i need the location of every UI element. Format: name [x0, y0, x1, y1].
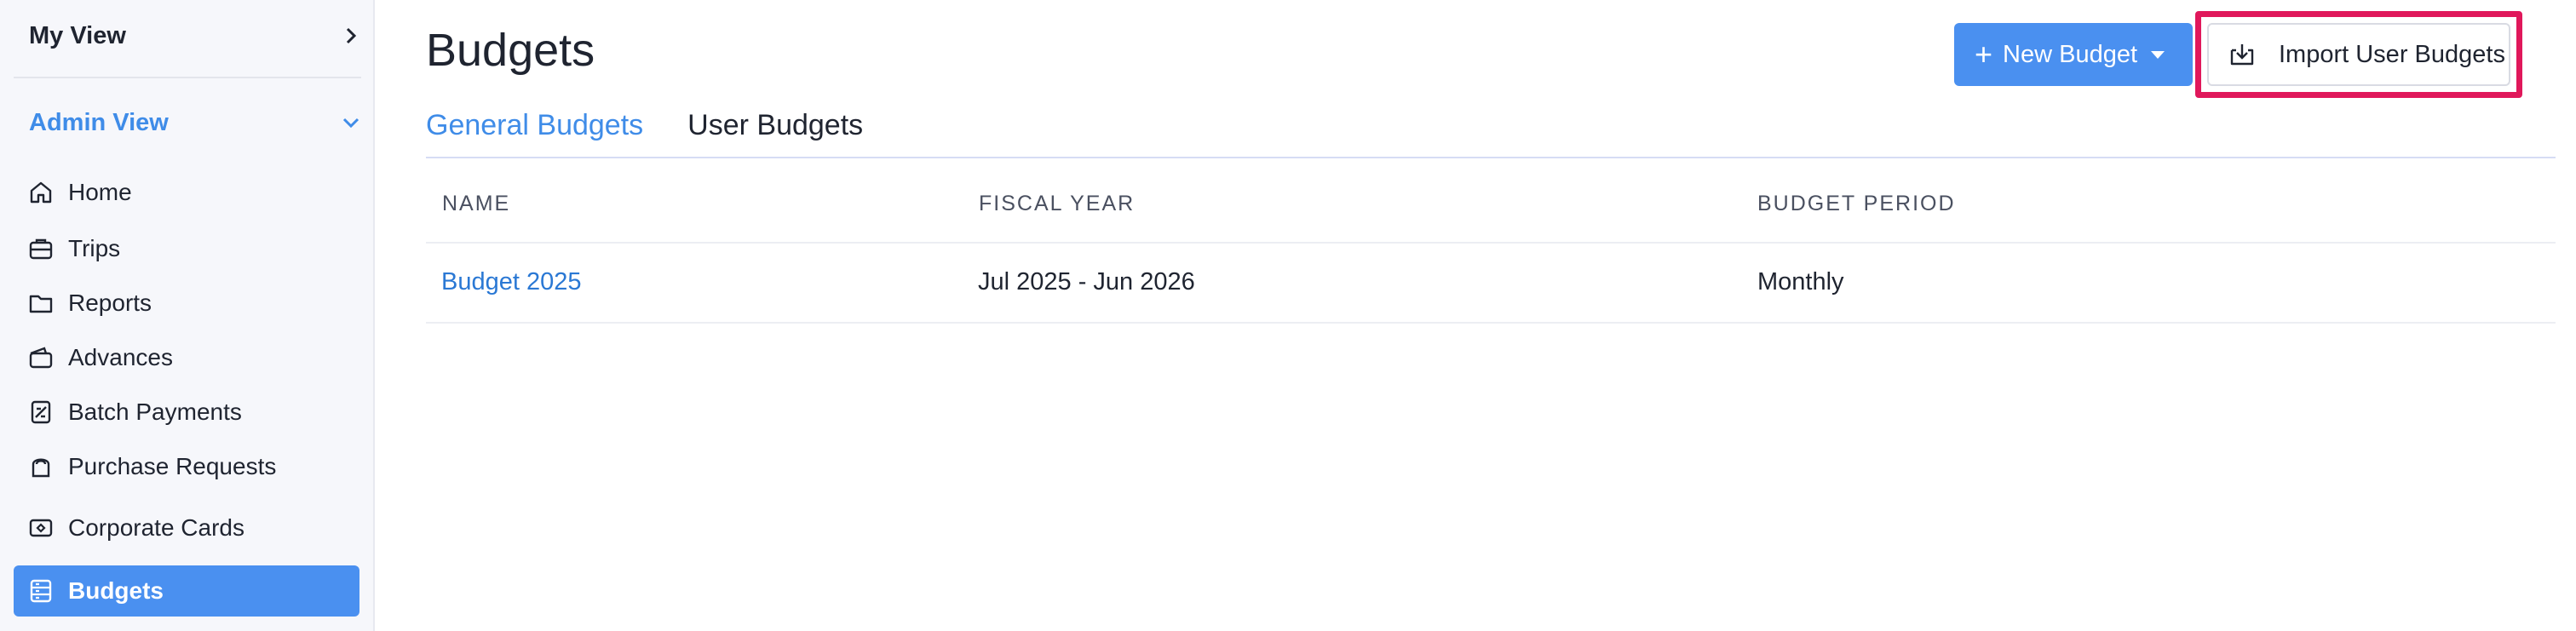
- budget-icon: [27, 577, 55, 605]
- column-header-fiscal-year: FISCAL YEAR: [979, 192, 1136, 215]
- sidebar-item-trips[interactable]: Trips: [14, 223, 359, 274]
- import-icon: [2228, 40, 2257, 69]
- sidebar-item-label: Corporate Cards: [68, 514, 244, 541]
- admin-view-label: Admin View: [29, 108, 169, 136]
- tab-general-budgets[interactable]: General Budgets: [426, 109, 643, 142]
- sidebar-item-budgets[interactable]: Budgets: [14, 565, 359, 617]
- table-row-divider: [426, 322, 2556, 324]
- chevron-down-icon: [342, 118, 359, 129]
- sidebar: My View Admin View Home Trips Reports Ad…: [0, 0, 375, 631]
- fiscal-year-value: Jul 2025 - Jun 2026: [978, 268, 1195, 295]
- batch-payments-icon: [27, 399, 55, 426]
- sidebar-item-label: Home: [68, 179, 132, 205]
- sidebar-item-reports[interactable]: Reports: [14, 278, 359, 329]
- my-view-toggle[interactable]: My View: [29, 19, 361, 53]
- sidebar-item-label: Budgets: [68, 577, 164, 604]
- main-content: Budgets + New Budget Import User Budgets…: [375, 0, 2576, 631]
- column-header-name: NAME: [442, 192, 511, 215]
- sidebar-item-label: Advances: [68, 344, 173, 370]
- caret-down-icon: [2151, 50, 2165, 59]
- folder-icon: [27, 290, 55, 317]
- home-icon: [27, 179, 55, 206]
- new-budget-button[interactable]: + New Budget: [1954, 23, 2193, 86]
- sidebar-item-advances[interactable]: Advances: [14, 332, 359, 383]
- card-icon: [27, 514, 55, 542]
- budget-period-value: Monthly: [1757, 268, 1844, 295]
- tab-bar: General Budgets User Budgets: [426, 109, 907, 142]
- chevron-right-icon: [346, 27, 357, 44]
- sidebar-item-label: Purchase Requests: [68, 453, 277, 479]
- import-user-budgets-button[interactable]: Import User Budgets: [2207, 23, 2510, 86]
- plus-icon: +: [1975, 37, 1993, 72]
- sidebar-item-label: Trips: [68, 235, 121, 261]
- sidebar-item-home[interactable]: Home: [14, 167, 359, 218]
- admin-view-toggle[interactable]: Admin View: [29, 106, 361, 140]
- import-user-budgets-label: Import User Budgets: [2279, 40, 2505, 68]
- briefcase-icon: [27, 235, 55, 262]
- wallet-icon: [27, 344, 55, 371]
- sidebar-divider: [14, 77, 361, 78]
- sidebar-item-purchase-requests[interactable]: Purchase Requests: [14, 441, 359, 492]
- column-header-budget-period: BUDGET PERIOD: [1757, 192, 1956, 215]
- budget-name-link[interactable]: Budget 2025: [441, 268, 581, 296]
- app-window: My View Admin View Home Trips Reports Ad…: [0, 0, 2576, 631]
- sidebar-item-batch-payments[interactable]: Batch Payments: [14, 387, 359, 438]
- sidebar-item-label: Batch Payments: [68, 399, 242, 425]
- new-budget-label: New Budget: [2003, 40, 2138, 68]
- my-view-label: My View: [29, 21, 126, 49]
- sidebar-item-corporate-cards[interactable]: Corporate Cards: [14, 502, 359, 554]
- shopping-bag-icon: [27, 453, 55, 480]
- tab-user-budgets[interactable]: User Budgets: [687, 109, 863, 142]
- page-title: Budgets: [426, 25, 595, 76]
- table-header-divider: [426, 242, 2556, 244]
- sidebar-item-label: Reports: [68, 290, 152, 316]
- tabs-divider: [426, 157, 2556, 158]
